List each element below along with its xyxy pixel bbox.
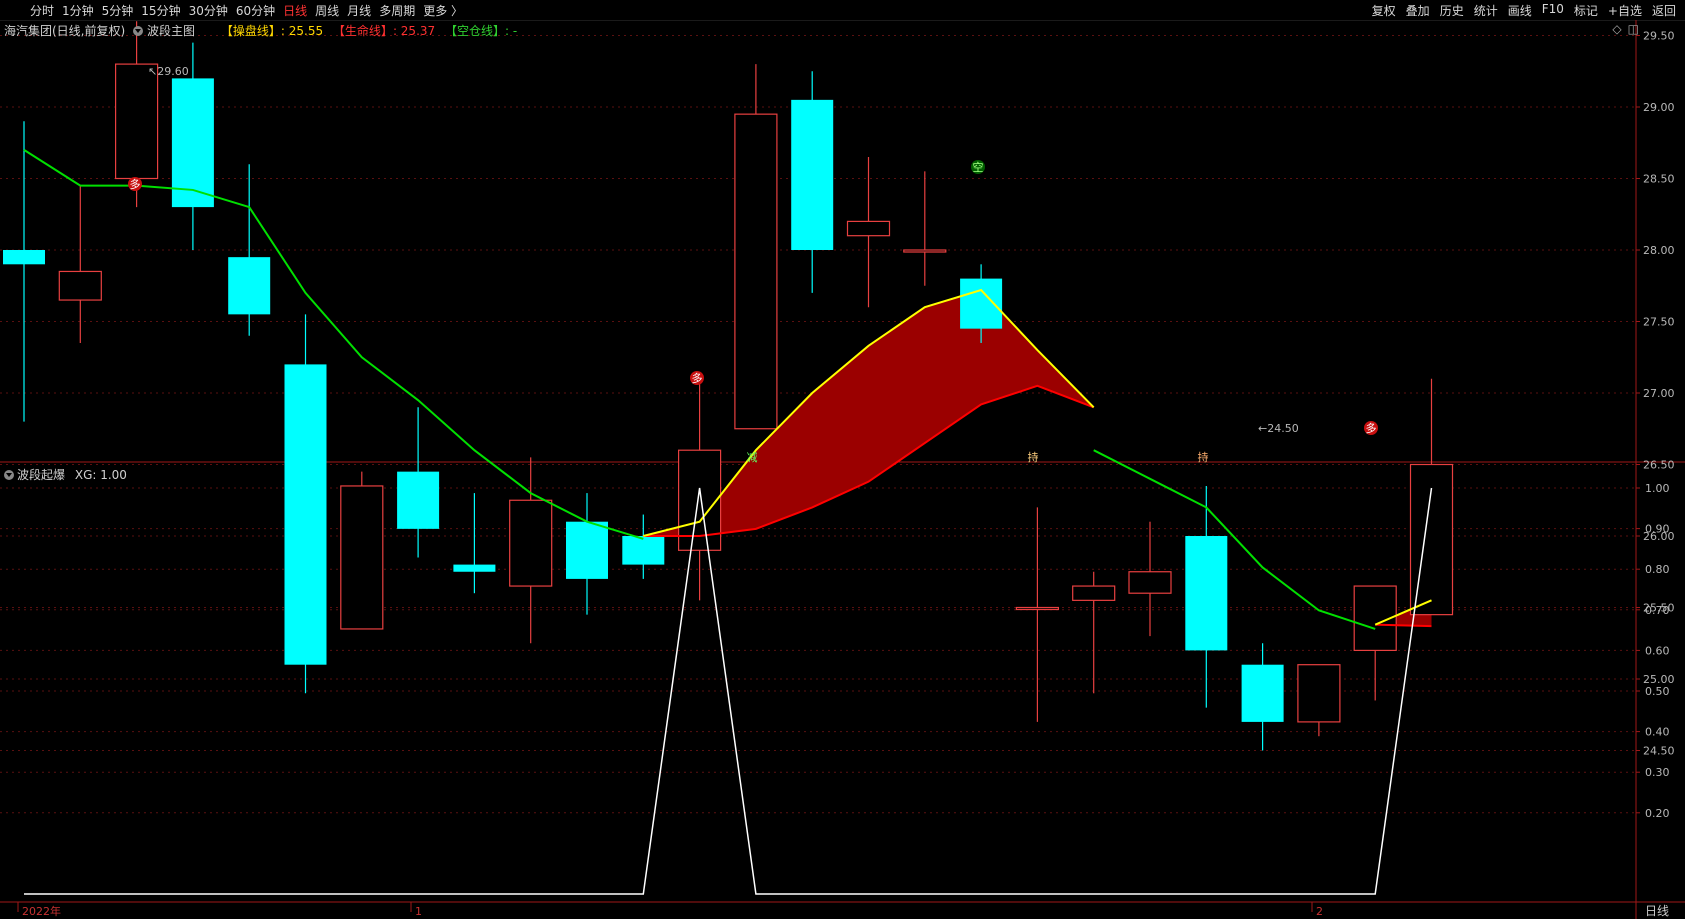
candle-body-down bbox=[284, 364, 327, 665]
candle-body-up bbox=[846, 220, 891, 237]
sub-y-tick-label: 0.20 bbox=[1645, 807, 1670, 820]
candle-body-up bbox=[734, 113, 778, 430]
y-tick-label: 27.50 bbox=[1643, 316, 1675, 329]
sub-y-tick-label: 0.30 bbox=[1645, 766, 1670, 779]
candle-body-up bbox=[114, 63, 159, 180]
indicator-name[interactable]: 波段主图 bbox=[147, 24, 195, 38]
line3-label: 【空仓线】 bbox=[444, 24, 505, 38]
line3-value: : - bbox=[505, 24, 518, 38]
maximize-icon[interactable]: ◫ bbox=[1628, 22, 1639, 36]
candle-body-down bbox=[228, 257, 271, 315]
signal-text: 多 bbox=[692, 371, 703, 385]
y-tick-label: 29.00 bbox=[1643, 101, 1675, 114]
candle-body-down bbox=[791, 99, 834, 250]
indicator-menu-icon[interactable] bbox=[133, 26, 144, 36]
candle-body-down bbox=[397, 471, 440, 529]
stock-title[interactable]: 海汽集团(日线,前复权) bbox=[4, 24, 125, 38]
low-marker: ←24.50 bbox=[1258, 422, 1299, 435]
y-tick-label: 28.50 bbox=[1643, 173, 1675, 186]
diamond-icon[interactable]: ◇ bbox=[1612, 22, 1621, 36]
candle-body-down bbox=[171, 78, 214, 208]
candle-body-up bbox=[1128, 571, 1172, 594]
line1-label: 【操盘线】 bbox=[220, 24, 281, 38]
sub-indicator-value: XG: 1.00 bbox=[74, 468, 127, 482]
panel-corner-icons: ◇ ◫ bbox=[1606, 22, 1639, 36]
candle-body-down bbox=[622, 536, 665, 565]
candle-body-up bbox=[1015, 606, 1060, 611]
sub-indicator-bar: 波段起爆 XG: 1.00 bbox=[4, 466, 127, 483]
line2-value: : 25.37 bbox=[392, 24, 436, 38]
sub-y-tick-label: 0.70 bbox=[1645, 604, 1670, 617]
candle-body-down bbox=[1185, 536, 1228, 651]
x-axis-label: 2022年 bbox=[22, 904, 61, 918]
signal-text: 持 bbox=[1028, 450, 1039, 464]
candle-body-up bbox=[903, 249, 947, 253]
y-tick-label: 26.50 bbox=[1643, 459, 1675, 472]
signal-text: 持 bbox=[1198, 450, 1209, 464]
candle-body-up bbox=[1297, 664, 1341, 723]
y-tick-label: 29.50 bbox=[1643, 30, 1675, 43]
candle-body-up bbox=[340, 485, 384, 630]
signal-text: 减 bbox=[747, 451, 758, 464]
sub-y-tick-label: 0.60 bbox=[1645, 644, 1670, 657]
sub-indicator-name[interactable]: 波段起爆 bbox=[17, 468, 65, 482]
candle-body-down bbox=[3, 250, 45, 265]
x-axis-label: 1 bbox=[415, 905, 422, 918]
candle-body-up bbox=[509, 499, 553, 587]
candle-body-down bbox=[960, 278, 1003, 329]
signal-text: 多 bbox=[1366, 421, 1377, 435]
high-marker: ↖29.60 bbox=[148, 65, 189, 78]
sub-y-tick-label: 1.00 bbox=[1645, 482, 1670, 495]
sub-y-tick-label: 0.40 bbox=[1645, 726, 1670, 739]
sub-y-tick-label: 0.90 bbox=[1645, 523, 1670, 536]
candle-body-up bbox=[1072, 585, 1116, 601]
line2-label: 【生命线】 bbox=[332, 24, 393, 38]
x-axis-label: 2 bbox=[1316, 905, 1323, 918]
sub-y-tick-label: 0.80 bbox=[1645, 563, 1670, 576]
candle-body-down bbox=[566, 521, 608, 579]
period-label[interactable]: 日线 bbox=[1645, 902, 1669, 919]
kline-chart: 29.5029.0028.5028.0027.5027.0026.5026.00… bbox=[0, 20, 1685, 919]
sub-y-tick-label: 0.50 bbox=[1645, 685, 1670, 698]
signal-text: 空 bbox=[973, 160, 984, 174]
candle-body-down bbox=[1241, 664, 1284, 722]
main-indicator-bar: 海汽集团(日线,前复权) 波段主图 【操盘线】: 25.55 【生命线】: 25… bbox=[4, 22, 521, 38]
y-tick-label: 27.00 bbox=[1643, 387, 1675, 400]
signal-text: 多 bbox=[130, 177, 141, 191]
line1-value: : 25.55 bbox=[280, 24, 324, 38]
sub-indicator-menu-icon[interactable] bbox=[4, 470, 14, 480]
y-tick-label: 28.00 bbox=[1643, 244, 1675, 257]
candle-body-up bbox=[58, 270, 102, 301]
candle-body-down bbox=[453, 564, 496, 572]
y-tick-label: 24.50 bbox=[1643, 745, 1675, 758]
